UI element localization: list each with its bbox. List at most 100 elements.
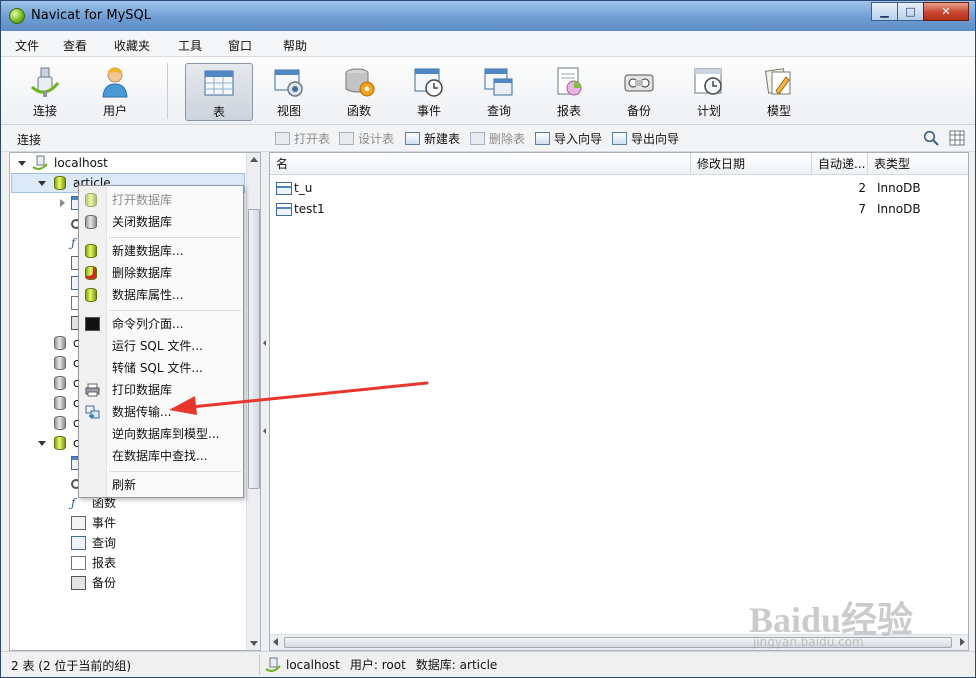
minimize-button[interactable]: ▁ xyxy=(871,2,898,21)
menu-reverse-to-model[interactable]: 逆向数据库到模型... xyxy=(79,423,243,445)
database-icon xyxy=(54,396,66,410)
scroll-left-icon[interactable] xyxy=(273,638,278,646)
connection-icon xyxy=(32,155,48,170)
maximize-button[interactable]: □ xyxy=(897,2,924,21)
status-user: 用户: root xyxy=(349,658,406,672)
toolbar-report-label: 报表 xyxy=(556,104,581,118)
menu-dump-sql-file[interactable]: 转储 SQL 文件... xyxy=(79,357,243,379)
splitter-grip-icon[interactable] xyxy=(263,340,266,346)
tree-label-queries: 查询 xyxy=(92,536,117,550)
toolbar-event-label: 事件 xyxy=(416,104,441,118)
table-engine: InnoDB xyxy=(877,202,921,216)
menu-file[interactable]: 文件 xyxy=(15,37,39,54)
menu-print-database[interactable]: 打印数据库 xyxy=(79,379,243,401)
open-table-button[interactable]: 打开表 xyxy=(275,130,330,147)
menu-run-sql-file[interactable]: 运行 SQL 文件... xyxy=(79,335,243,357)
status-host: localhost xyxy=(286,657,340,672)
table-row-icon xyxy=(276,182,292,195)
search-icon[interactable] xyxy=(923,130,939,146)
menu-window[interactable]: 窗口 xyxy=(228,37,252,54)
menu-data-transfer[interactable]: 数据传输... xyxy=(79,401,243,423)
menu-find-in-database[interactable]: 在数据库中查找... xyxy=(79,445,243,467)
toolbar-report-button[interactable]: 报表 xyxy=(535,63,603,121)
toolbar-backup-button[interactable]: 备份 xyxy=(605,63,673,121)
connection-icon xyxy=(265,657,281,672)
status-divider xyxy=(259,655,260,675)
menu-close-database[interactable]: 关闭数据库 xyxy=(79,211,243,233)
scroll-right-icon[interactable] xyxy=(960,638,965,646)
menu-help[interactable]: 帮助 xyxy=(283,37,307,54)
db-open-icon xyxy=(85,193,97,207)
toolbar-model-button[interactable]: 模型 xyxy=(745,63,813,121)
toolbar-user-button[interactable]: 用户 xyxy=(81,63,149,121)
menu-refresh[interactable]: 刷新 xyxy=(79,474,243,496)
grid-view-icon[interactable] xyxy=(949,130,965,146)
new-table-button[interactable]: 新建表 xyxy=(405,130,460,147)
database-open-icon xyxy=(54,436,66,450)
toolbar-event-button[interactable]: 事件 xyxy=(395,63,463,121)
menu-database-properties[interactable]: 数据库属性... xyxy=(79,284,243,306)
table-row-icon xyxy=(276,203,292,216)
toolbar-schedule-button[interactable]: 计划 xyxy=(675,63,743,121)
column-header-engine[interactable]: 表类型 xyxy=(868,153,968,175)
table-auto-increment: 7 xyxy=(858,202,866,216)
delete-table-label: 删除表 xyxy=(489,132,526,146)
menu-new-database[interactable]: 新建数据库... xyxy=(79,240,243,262)
table-engine: InnoDB xyxy=(877,181,921,195)
scroll-up-icon[interactable] xyxy=(250,157,258,162)
toolbar-table-label: 表 xyxy=(212,105,225,119)
toolbar-connect-label: 连接 xyxy=(32,104,57,118)
menu-tools[interactable]: 工具 xyxy=(178,37,202,54)
splitter-grip-icon[interactable] xyxy=(263,428,266,434)
menu-view[interactable]: 查看 xyxy=(63,37,87,54)
toolbar-view-button[interactable]: 视图 xyxy=(255,63,323,121)
table-row[interactable]: test1 7 InnoDB xyxy=(270,199,968,220)
import-wizard-button[interactable]: 导入向导 xyxy=(535,130,602,147)
tree-label-localhost: localhost xyxy=(54,156,108,170)
menu-open-database-label: 打开数据库 xyxy=(112,193,173,207)
column-header-auto-increment[interactable]: 自动递... xyxy=(812,153,868,175)
backup-icon xyxy=(624,74,654,92)
toolbar-function-button[interactable]: 函数 xyxy=(325,63,393,121)
design-table-button[interactable]: 设计表 xyxy=(339,130,394,147)
menu-console[interactable]: 命令列介面... xyxy=(79,313,243,335)
tree-vertical-scrollbar[interactable] xyxy=(246,153,260,650)
tree-label-information-schema: information_schema xyxy=(73,634,196,648)
menu-open-database[interactable]: 打开数据库 xyxy=(79,189,243,211)
plug-icon xyxy=(30,67,60,97)
title-bar[interactable]: Navicat for MySQL ▁ □ ✕ xyxy=(1,1,975,31)
status-table-count: 2 表 (2 位于当前的组) xyxy=(11,659,132,673)
report-icon xyxy=(557,67,582,96)
toolbar-query-button[interactable]: 查询 xyxy=(465,63,533,121)
menu-data-transfer-label: 数据传输... xyxy=(112,405,172,419)
db-properties-icon xyxy=(85,288,97,302)
tree-item-localhost[interactable]: localhost xyxy=(10,153,246,173)
column-header-name[interactable]: 名 xyxy=(270,153,691,175)
toolbar-table-button[interactable]: 表 xyxy=(185,63,253,121)
report-node-icon xyxy=(71,556,86,570)
database-context-menu: 打开数据库 关闭数据库 新建数据库... 删除数据库 数据库属性... 命令列介… xyxy=(78,185,244,498)
toolbar-user-label: 用户 xyxy=(102,104,127,118)
toolbar-separator xyxy=(167,63,168,119)
menu-delete-database[interactable]: 删除数据库 xyxy=(79,262,243,284)
menu-new-database-label: 新建数据库... xyxy=(112,244,184,258)
table-row[interactable]: t_u 2 InnoDB xyxy=(270,178,968,199)
tree-label-reports: 报表 xyxy=(92,556,117,570)
scroll-down-icon[interactable] xyxy=(250,641,258,646)
export-wizard-label: 导出向导 xyxy=(631,132,680,146)
close-button[interactable]: ✕ xyxy=(923,2,969,21)
menu-favorites[interactable]: 收藏夹 xyxy=(114,37,150,54)
toolbar-connect-button[interactable]: 连接 xyxy=(11,63,79,121)
export-wizard-button[interactable]: 导出向导 xyxy=(612,130,679,147)
new-table-icon xyxy=(405,132,420,145)
status-connection-info: localhost 用户: root 数据库: article xyxy=(265,656,507,673)
menu-delete-database-label: 删除数据库 xyxy=(112,266,173,280)
tree-label-backups: 备份 xyxy=(92,576,117,590)
column-header-modified[interactable]: 修改日期 xyxy=(691,153,812,175)
tree-scroll-thumb[interactable] xyxy=(248,209,260,489)
menu-close-database-label: 关闭数据库 xyxy=(112,215,173,229)
pane-splitter[interactable] xyxy=(261,152,269,651)
table-list[interactable]: 名 修改日期 自动递... 表类型 t_u 2 InnoDB test1 7 I… xyxy=(269,152,969,651)
delete-table-button[interactable]: 删除表 xyxy=(470,130,525,147)
menu-run-sql-file-label: 运行 SQL 文件... xyxy=(112,339,203,353)
